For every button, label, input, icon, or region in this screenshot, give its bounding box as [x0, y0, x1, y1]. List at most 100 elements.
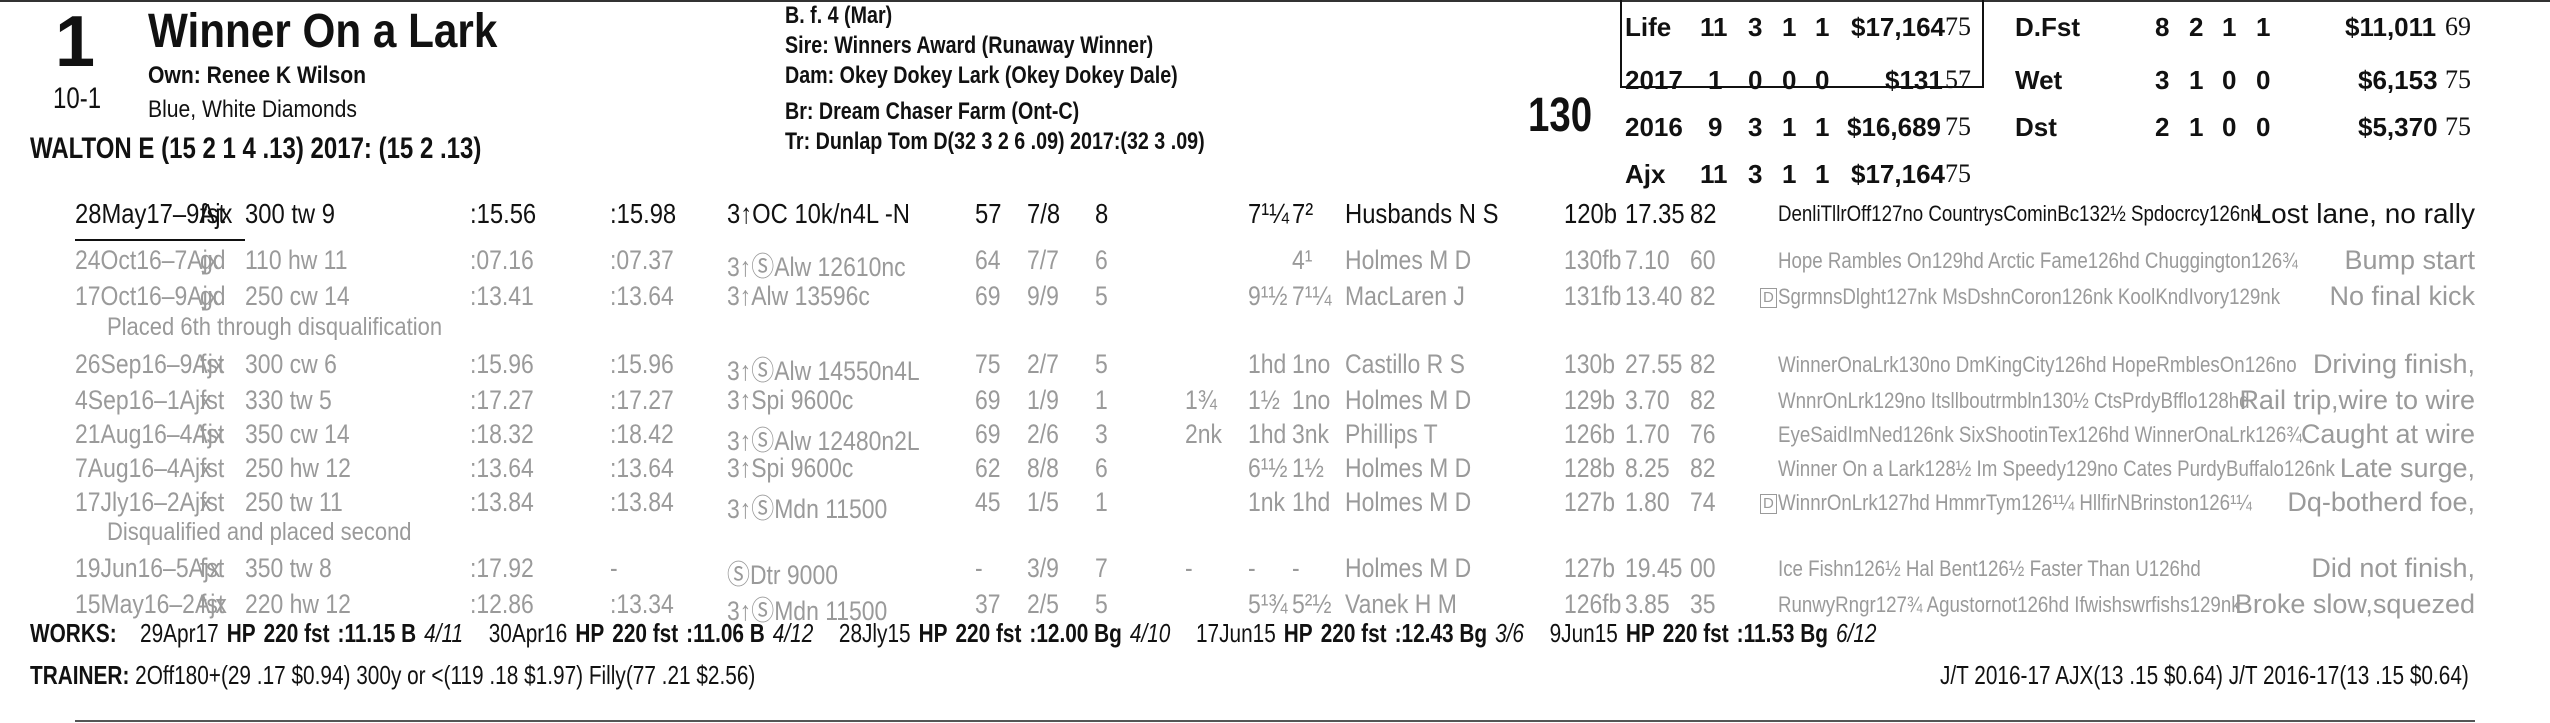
pp-wt: 131fb [1564, 281, 1622, 311]
work-time: :11.06 B [686, 618, 765, 648]
pp-jockey: Castillo R S [1345, 349, 1465, 379]
pp-cond: gd [200, 245, 226, 275]
pp-comp: SgrmnsDlght127nk MsDshnCoron126nk KoolKn… [1778, 284, 2281, 309]
jockey-trainer-stats: J/T 2016-17 AJX(13 .15 $0.64) J/T 2016-1… [1940, 660, 2469, 690]
pp-st: 6 [1095, 245, 1108, 275]
pp-pr: 35 [1690, 589, 1716, 619]
pp-st: 1 [1095, 487, 1108, 517]
pp-dist: 350 tw 8 [245, 553, 332, 583]
pp-pp: 2/6 [1027, 419, 1059, 449]
work-trk: HP [575, 618, 605, 648]
pp-jockey: Holmes M D [1345, 453, 1472, 483]
pp-jockey: Phillips T [1345, 419, 1438, 449]
pp-frac1: :07.16 [470, 245, 534, 275]
pp-comment: Rail trip,wire to wire [2239, 385, 2475, 415]
pp-frac2: :15.96 [610, 349, 674, 379]
pp-dist: 250 cw 14 [245, 281, 350, 311]
pp-cond: fst [200, 419, 225, 449]
pp-wt: 130fb [1564, 245, 1622, 275]
pp-line: 21Aug16–4Ajx fst 350 cw 14:18.32:18.42 3↑ⓈA… [0, 419, 2550, 456]
pp-fin: 1½ [1292, 453, 1324, 483]
pp-c2: 6¹½ [1248, 453, 1288, 483]
pp-date: 24Oct16–7Ajx [75, 245, 220, 275]
work-trk: HP [226, 618, 256, 648]
pp-c2: 5¹¾ [1248, 589, 1288, 619]
post-position: 1 [55, 2, 96, 82]
pp-odds: 19.45 [1625, 553, 1683, 583]
pp-c2: 1hd [1248, 419, 1287, 449]
pp-pp: 2/5 [1027, 589, 1059, 619]
pp-date: 4Sep16–1Ajx [75, 385, 212, 415]
pp-pp: 3/9 [1027, 553, 1059, 583]
pp-wt: 127b [1564, 553, 1616, 583]
pp-fin: 1hd [1292, 487, 1331, 517]
works-line: WORKS: 29Apr17 HP 220 fst:11.15 B 4/11 30Apr… [30, 618, 1885, 649]
work-rank: 6/12 [1836, 618, 1877, 648]
pp-pr: 00 [1690, 553, 1716, 583]
pp-pr: 76 [1690, 419, 1716, 449]
work-rank: 4/10 [1129, 618, 1171, 648]
pp-c2: - [1248, 553, 1256, 583]
pp-frac1: :17.27 [470, 385, 534, 415]
pp-date: 17Oct16–9Ajx [75, 281, 220, 311]
pp-wt: 126b [1564, 419, 1616, 449]
pp-spd: 69 [975, 385, 1001, 415]
pp-race: 3↑Alw 13596c [727, 281, 870, 311]
pp-dist: 220 hw 12 [245, 589, 351, 619]
pp-race: 3↑OC 10k/n4L -N [727, 198, 910, 229]
pp-race: 3↑Spi 9600c [727, 385, 854, 415]
pp-c2: 7¹¼ [1248, 198, 1290, 229]
pp-jockey: Holmes M D [1345, 553, 1472, 583]
pp-dist: 300 tw 9 [245, 198, 335, 229]
pp-c2: 1nk [1248, 487, 1286, 517]
work-item: 28Jly15 HP 220 fst:12.00 Bg 4/10 [839, 618, 1178, 648]
pp-c1: 2nk [1185, 419, 1223, 449]
pp-odds: 13.40 [1625, 281, 1683, 311]
work-trk: HP [1625, 618, 1655, 648]
work-dist: 220 fst [1320, 618, 1387, 648]
pp-comment: Driving finish, [2312, 349, 2475, 379]
works-label: WORKS: [30, 618, 117, 648]
pp-odds: 1.70 [1625, 419, 1670, 449]
pp-fin: 7¹¼ [1292, 281, 1332, 311]
pp-c2: 9¹½ [1248, 281, 1288, 311]
pp-comp: DenliTllrOff127no CountrysCominBc132½ Sp… [1778, 201, 2260, 226]
pp-comment: Broke slow,squezed [2234, 589, 2475, 619]
work-time: :11.53 Bg [1736, 618, 1829, 648]
pp-pp: 2/7 [1027, 349, 1059, 379]
pp-pr: 74 [1690, 487, 1716, 517]
work-date: 29Apr17 [140, 618, 219, 648]
pp-odds: 1.80 [1625, 487, 1670, 517]
pp-c1: 1¾ [1185, 385, 1217, 415]
pp-date: 17Jly16–2Ajx [75, 487, 212, 517]
trainer-stats: 2Off180+(29 .17 $0.94) 300y or <(119 .18… [135, 660, 756, 690]
pp-race: 3↑Spi 9600c [727, 453, 854, 483]
pp-st: 3 [1095, 419, 1108, 449]
pp-pr: 82 [1690, 453, 1716, 483]
date-underline [75, 239, 245, 241]
pp-frac2: :13.64 [610, 453, 674, 483]
work-dist: 220 fst [612, 618, 679, 648]
work-dist: 220 fst [263, 618, 330, 648]
pp-frac2: :15.98 [610, 198, 677, 229]
work-item: 30Apr16 HP 220 fst:11.06 B 4/12 [489, 618, 822, 648]
pp-frac1: :15.56 [470, 198, 537, 229]
pp-spd: 69 [975, 419, 1001, 449]
pp-fin: - [1292, 553, 1300, 583]
pp-wt: 128b [1564, 453, 1616, 483]
pp-jockey: Holmes M D [1345, 245, 1472, 275]
pp-c2: 1½ [1248, 385, 1280, 415]
work-item: 17Jun15 HP 220 fst:12.43 Bg 3/6 [1196, 618, 1532, 648]
pp-jockey: Husbands N S [1345, 198, 1499, 229]
trainer-stats-line: TRAINER: 2Off180+(29 .17 $0.94) 300y or … [30, 660, 755, 691]
work-time: :12.00 Bg [1029, 618, 1122, 648]
pp-comp: Ice Fishn126½ Hal Bent126½ Faster Than U… [1778, 556, 2201, 581]
pp-frac1: :12.86 [470, 589, 534, 619]
pp-odds: 27.55 [1625, 349, 1683, 379]
pp-wt: 120b [1564, 198, 1617, 229]
pp-comp: RunwyRngr127¾ Agustornot126hd Ifwishswrf… [1778, 592, 2241, 617]
pp-jockey: Vanek H M [1345, 589, 1457, 619]
pp-odds: 3.70 [1625, 385, 1670, 415]
pp-fin: 5²½ [1292, 589, 1332, 619]
pp-pp: 1/5 [1027, 487, 1059, 517]
